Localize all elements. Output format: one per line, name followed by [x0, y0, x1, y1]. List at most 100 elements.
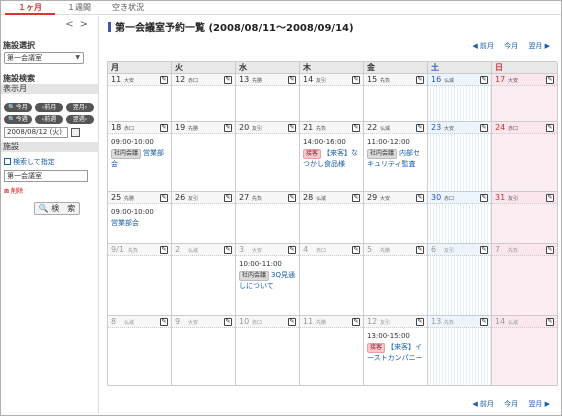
edit-icon[interactable]: ✎ [546, 124, 554, 132]
calendar-day-cell[interactable]: 9/1 先負 ✎ [108, 244, 172, 316]
next-week-button[interactable]: 翌週› [66, 115, 94, 124]
calendar-day-cell[interactable]: 4 赤口 ✎ [300, 244, 364, 316]
calendar-day-cell[interactable]: 12 赤口 ✎ [172, 74, 236, 122]
calendar-day-cell[interactable]: 24 赤口 ✎ [492, 122, 558, 192]
calendar-day-cell[interactable]: 15 先負 ✎ [364, 74, 428, 122]
calendar-day-cell[interactable]: 30 赤口 ✎ [428, 192, 492, 244]
edit-icon[interactable]: ✎ [160, 194, 168, 202]
edit-icon[interactable]: ✎ [224, 76, 232, 84]
reservation-event[interactable]: 09:00-10:00 社内会議 営業部会 [111, 137, 168, 170]
edit-icon[interactable]: ✎ [224, 246, 232, 254]
reservation-event[interactable]: 10:00-11:00 社内会議 3Q見通しについて [239, 259, 296, 292]
calendar-day-cell[interactable]: 21 先負 ✎ 14:00-16:00 接客 【来客】なつかし食品様 [300, 122, 364, 192]
reservation-event[interactable]: 11:00-12:00 社内会議 内部セキュリティ監査 [367, 137, 424, 170]
edit-icon[interactable]: ✎ [352, 246, 360, 254]
pager-current-link[interactable]: 今月 [504, 400, 518, 408]
edit-icon[interactable]: ✎ [546, 318, 554, 326]
edit-icon[interactable]: ✎ [160, 246, 168, 254]
calendar-day-cell[interactable]: 3 大安 ✎ 10:00-11:00 社内会議 3Q見通しについて [236, 244, 300, 316]
reservation-event[interactable]: 14:00-16:00 接客 【来客】なつかし食品様 [303, 137, 360, 170]
edit-icon[interactable]: ✎ [416, 76, 424, 84]
current-month-button[interactable]: 🔍今月 [4, 103, 32, 112]
edit-icon[interactable]: ✎ [546, 246, 554, 254]
calendar-day-cell[interactable]: 11 大安 ✎ [108, 74, 172, 122]
tab-availability[interactable]: 空き状況 [103, 1, 153, 15]
calendar-day-cell[interactable]: 14 仏滅 ✎ [492, 316, 558, 386]
edit-icon[interactable]: ✎ [288, 124, 296, 132]
facility-input[interactable]: 第一会議室 [4, 170, 88, 182]
calendar-day-cell[interactable]: 13 先勝 ✎ [236, 74, 300, 122]
calendar-day-cell[interactable]: 28 仏滅 ✎ [300, 192, 364, 244]
calendar-day-cell[interactable]: 11 先勝 ✎ [300, 316, 364, 386]
pager-next-link[interactable]: 翌月 ▶ [528, 400, 550, 408]
delete-link[interactable]: ⊠ 削除 [4, 186, 23, 195]
calendar-day-cell[interactable]: 27 先負 ✎ [236, 192, 300, 244]
edit-icon[interactable]: ✎ [352, 194, 360, 202]
event-title-link[interactable]: 営業部会 [111, 219, 139, 227]
calendar-day-cell[interactable]: 2 仏滅 ✎ [172, 244, 236, 316]
calendar-day-cell[interactable]: 22 仏滅 ✎ 11:00-12:00 社内会議 内部セキュリティ監査 [364, 122, 428, 192]
edit-icon[interactable]: ✎ [480, 194, 488, 202]
prev-week-button[interactable]: ‹前週 [35, 115, 63, 124]
edit-icon[interactable]: ✎ [160, 76, 168, 84]
calendar-day-cell[interactable]: 5 先勝 ✎ [364, 244, 428, 316]
search-button[interactable]: 🔍 検 索 [34, 202, 80, 215]
pager-next-link[interactable]: 翌月 ▶ [528, 42, 550, 50]
edit-icon[interactable]: ✎ [288, 318, 296, 326]
search-specify-link[interactable]: 検索して指定 [4, 157, 55, 167]
calendar-day-cell[interactable]: 19 先勝 ✎ [172, 122, 236, 192]
reservation-event[interactable]: 13:00-15:00 接客 【来客】イーストカンパニー [367, 331, 424, 364]
calendar-day-cell[interactable]: 10 赤口 ✎ [236, 316, 300, 386]
calendar-day-cell[interactable]: 29 大安 ✎ [364, 192, 428, 244]
edit-icon[interactable]: ✎ [546, 194, 554, 202]
edit-icon[interactable]: ✎ [480, 124, 488, 132]
edit-icon[interactable]: ✎ [288, 194, 296, 202]
calendar-day-cell[interactable]: 16 仏滅 ✎ [428, 74, 492, 122]
date-input[interactable]: 2008/08/12 (火) [4, 127, 68, 138]
tab-month[interactable]: １ヶ月 [5, 1, 55, 15]
calendar-icon[interactable] [71, 128, 80, 137]
facility-select[interactable]: 第一会議室 ▼ [4, 52, 84, 64]
calendar-day-cell[interactable]: 7 先負 ✎ [492, 244, 558, 316]
calendar-day-cell[interactable]: 18 赤口 ✎ 09:00-10:00 社内会議 営業部会 [108, 122, 172, 192]
calendar-day-cell[interactable]: 9 大安 ✎ [172, 316, 236, 386]
calendar-day-cell[interactable]: 8 仏滅 ✎ [108, 316, 172, 386]
edit-icon[interactable]: ✎ [352, 124, 360, 132]
edit-icon[interactable]: ✎ [416, 318, 424, 326]
edit-icon[interactable]: ✎ [546, 76, 554, 84]
calendar-day-cell[interactable]: 12 友引 ✎ 13:00-15:00 接客 【来客】イーストカンパニー [364, 316, 428, 386]
calendar-day-cell[interactable]: 20 友引 ✎ [236, 122, 300, 192]
edit-icon[interactable]: ✎ [480, 318, 488, 326]
pager-prev-link[interactable]: ◀ 前月 [472, 400, 494, 408]
reservation-event[interactable]: 09:00-10:00 営業部会 [111, 207, 168, 229]
edit-icon[interactable]: ✎ [352, 318, 360, 326]
edit-icon[interactable]: ✎ [480, 76, 488, 84]
edit-icon[interactable]: ✎ [416, 194, 424, 202]
pager-prev-link[interactable]: ◀ 前月 [472, 42, 494, 50]
sidebar-nav-arrows[interactable]: <> [65, 19, 94, 30]
edit-icon[interactable]: ✎ [224, 194, 232, 202]
edit-icon[interactable]: ✎ [160, 318, 168, 326]
calendar-day-cell[interactable]: 23 大安 ✎ [428, 122, 492, 192]
edit-icon[interactable]: ✎ [416, 124, 424, 132]
edit-icon[interactable]: ✎ [224, 318, 232, 326]
edit-icon[interactable]: ✎ [480, 246, 488, 254]
edit-icon[interactable]: ✎ [288, 246, 296, 254]
calendar-day-cell[interactable]: 31 友引 ✎ [492, 192, 558, 244]
edit-icon[interactable]: ✎ [160, 124, 168, 132]
calendar-day-cell[interactable]: 25 先勝 ✎ 09:00-10:00 営業部会 [108, 192, 172, 244]
calendar-day-cell[interactable]: 26 友引 ✎ [172, 192, 236, 244]
edit-icon[interactable]: ✎ [416, 246, 424, 254]
calendar-day-cell[interactable]: 6 友引 ✎ [428, 244, 492, 316]
edit-icon[interactable]: ✎ [352, 76, 360, 84]
prev-month-button[interactable]: ‹前月 [35, 103, 63, 112]
calendar-day-cell[interactable]: 13 先負 ✎ [428, 316, 492, 386]
edit-icon[interactable]: ✎ [224, 124, 232, 132]
edit-icon[interactable]: ✎ [288, 76, 296, 84]
pager-current-link[interactable]: 今月 [504, 42, 518, 50]
tab-week[interactable]: １週間 [59, 1, 99, 15]
calendar-day-cell[interactable]: 14 友引 ✎ [300, 74, 364, 122]
current-week-button[interactable]: 🔍今週 [4, 115, 32, 124]
next-month-button[interactable]: 翌月› [66, 103, 94, 112]
calendar-day-cell[interactable]: 17 大安 ✎ [492, 74, 558, 122]
